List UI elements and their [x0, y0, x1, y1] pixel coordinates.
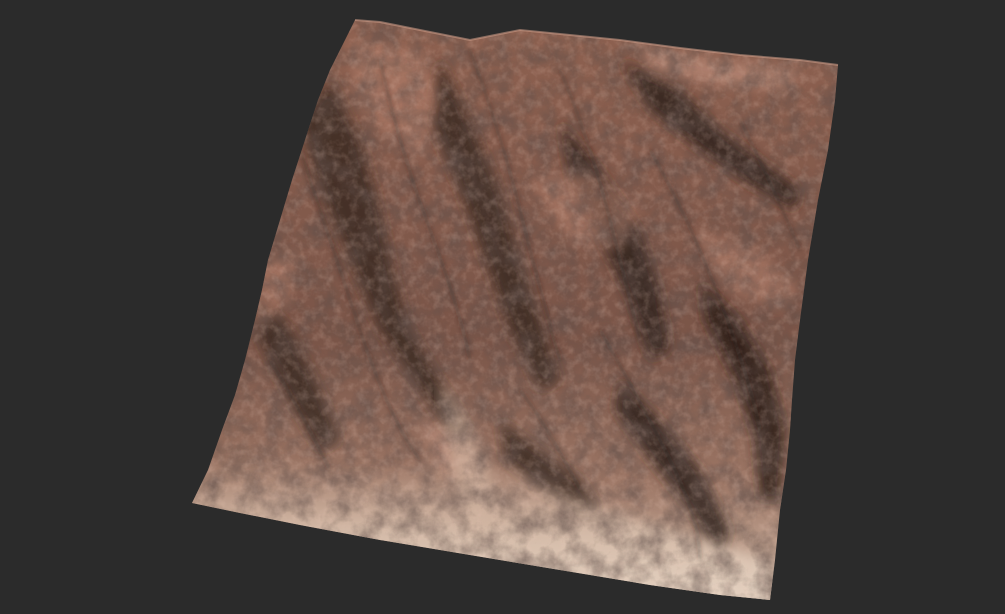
terrain-render[interactable] — [0, 0, 1005, 614]
terrain-surface — [192, 20, 838, 600]
3d-viewport[interactable] — [0, 0, 1005, 614]
